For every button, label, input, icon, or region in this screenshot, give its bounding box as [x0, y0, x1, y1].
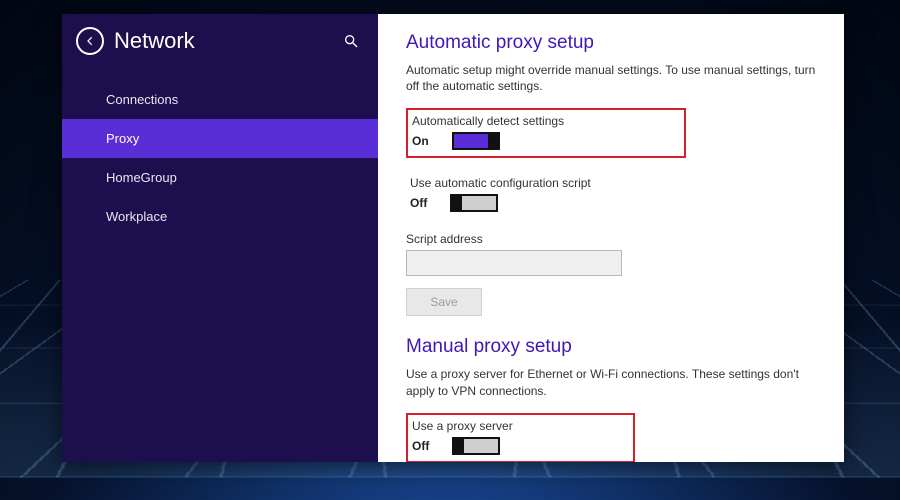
search-button[interactable] — [338, 28, 364, 54]
manual-proxy-heading: Manual proxy setup — [406, 336, 816, 358]
save-button[interactable]: Save — [406, 288, 482, 316]
sidebar-item-homegroup[interactable]: HomeGroup — [62, 158, 378, 197]
auto-detect-setting: Automatically detect settings On — [406, 108, 686, 158]
search-icon — [343, 33, 359, 49]
back-button[interactable] — [76, 27, 104, 55]
content-pane: Automatic proxy setup Automatic setup mi… — [378, 14, 844, 462]
use-proxy-state: Off — [412, 439, 436, 453]
auto-detect-state: On — [412, 134, 436, 148]
sidebar-header: Network — [62, 14, 378, 68]
auto-detect-label: Automatically detect settings — [412, 114, 564, 128]
sidebar-item-connections[interactable]: Connections — [62, 80, 378, 119]
auto-script-toggle[interactable] — [450, 194, 498, 212]
manual-proxy-description: Use a proxy server for Ethernet or Wi-Fi… — [406, 366, 816, 398]
settings-window: Network Connections Proxy HomeGroup Work… — [62, 14, 844, 462]
sidebar: Network Connections Proxy HomeGroup Work… — [62, 14, 378, 462]
auto-script-setting: Use automatic configuration script Off — [406, 172, 597, 218]
sidebar-item-workplace[interactable]: Workplace — [62, 197, 378, 236]
page-title: Network — [114, 28, 195, 54]
script-address-label: Script address — [406, 232, 816, 246]
use-proxy-setting: Use a proxy server Off — [406, 413, 635, 462]
use-proxy-toggle[interactable] — [452, 437, 500, 455]
script-address-input[interactable] — [406, 250, 622, 276]
automatic-proxy-heading: Automatic proxy setup — [406, 32, 816, 54]
use-proxy-label: Use a proxy server — [412, 419, 513, 433]
auto-script-state: Off — [410, 196, 434, 210]
sidebar-nav: Connections Proxy HomeGroup Workplace — [62, 80, 378, 236]
automatic-proxy-description: Automatic setup might override manual se… — [406, 62, 816, 94]
auto-detect-toggle[interactable] — [452, 132, 500, 150]
arrow-left-icon — [83, 34, 97, 48]
sidebar-item-proxy[interactable]: Proxy — [62, 119, 378, 158]
auto-script-label: Use automatic configuration script — [410, 176, 591, 190]
